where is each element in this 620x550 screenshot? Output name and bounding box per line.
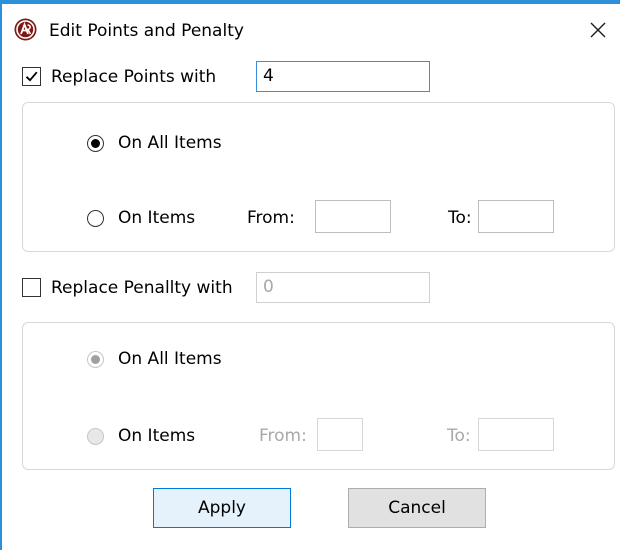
apply-button[interactable]: Apply [153, 488, 291, 528]
points-on-items-radio[interactable] [87, 210, 104, 227]
penalty-to-label: To: [447, 426, 471, 446]
penalty-from-input[interactable] [317, 418, 363, 451]
points-scope-group: On All Items On Items From: To: [22, 102, 615, 252]
replace-points-label: Replace Points with [51, 67, 217, 87]
points-to-label: To: [448, 208, 472, 228]
points-to-input[interactable] [478, 200, 554, 233]
checkmark-icon [25, 71, 38, 82]
replace-penalty-input[interactable]: 0 [256, 272, 430, 303]
points-from-input[interactable] [315, 200, 391, 233]
penalty-to-input[interactable] [478, 418, 554, 451]
dialog-window: Edit Points and Penalty Replace Points w… [0, 0, 620, 550]
title-bar[interactable]: Edit Points and Penalty [2, 4, 620, 50]
replace-penalty-checkbox[interactable] [22, 278, 41, 297]
penalty-on-all-items-label: On All Items [118, 349, 222, 369]
window-left-border [0, 0, 2, 550]
app-logo-icon [14, 18, 37, 41]
penalty-scope-group: On All Items On Items From: To: [22, 322, 615, 470]
points-from-label: From: [247, 208, 295, 228]
penalty-on-all-items-radio[interactable] [87, 351, 104, 368]
penalty-from-label: From: [259, 426, 307, 446]
cancel-button[interactable]: Cancel [348, 488, 486, 528]
penalty-on-items-label: On Items [118, 426, 196, 446]
close-button[interactable] [580, 13, 616, 47]
close-icon [590, 22, 606, 38]
dialog-title: Edit Points and Penalty [49, 21, 244, 41]
points-on-all-items-radio[interactable] [87, 135, 104, 152]
replace-points-checkbox[interactable] [22, 67, 41, 86]
penalty-on-items-radio[interactable] [87, 428, 104, 445]
replace-points-input[interactable]: 4 [256, 61, 430, 92]
points-on-items-label: On Items [118, 208, 196, 228]
replace-penalty-label: Replace Penallty with [51, 278, 233, 298]
points-on-all-items-label: On All Items [118, 133, 222, 153]
